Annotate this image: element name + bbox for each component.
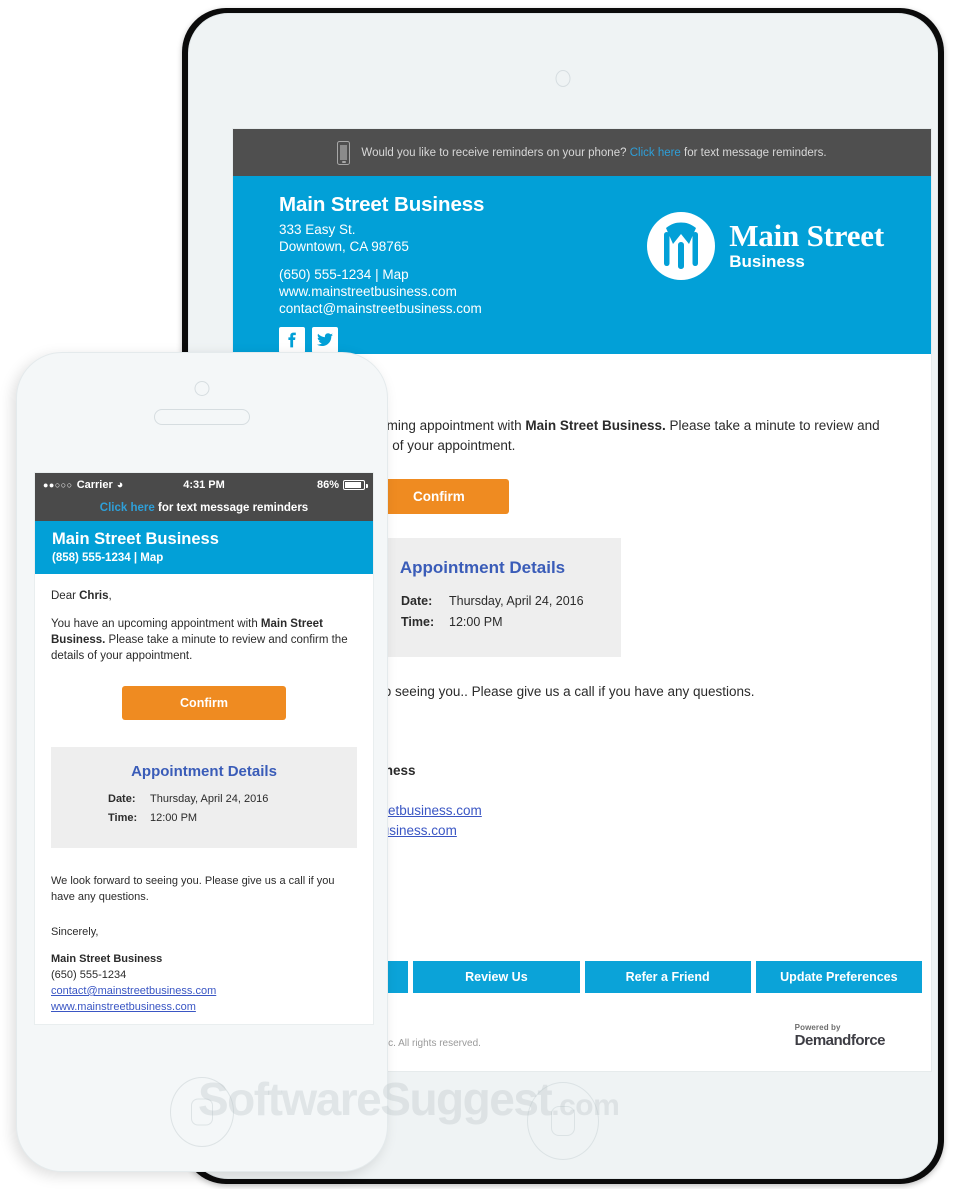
home-button-inner-icon bbox=[551, 1106, 575, 1136]
business-email[interactable]: contact@mainstreetbusiness.com bbox=[279, 300, 931, 317]
tablet-home-button[interactable] bbox=[527, 1082, 599, 1160]
logo-wordmark: Main Street Business bbox=[729, 220, 884, 272]
business-website[interactable]: www.mainstreetbusiness.com bbox=[279, 283, 931, 300]
phone-intro-paragraph: You have an upcoming appointment with Ma… bbox=[51, 616, 357, 664]
appointment-date-label: Date: bbox=[401, 594, 433, 608]
appointment-time-label: Time: bbox=[401, 615, 435, 629]
wifi-icon: ◕ bbox=[116, 478, 124, 491]
intro-business-name: Main Street Business. bbox=[525, 418, 666, 433]
phone-signature-email-link[interactable]: contact@mainstreetbusiness.com bbox=[51, 985, 216, 997]
phone-appointment-date-row: Date: Thursday, April 24, 2016 bbox=[51, 790, 357, 809]
phone-email-body: Dear Chris, You have an upcoming appoint… bbox=[35, 574, 373, 1015]
phone-appointment-date-label: Date: bbox=[108, 793, 136, 805]
social-links bbox=[279, 327, 931, 353]
demandforce-logo: Demandforce bbox=[794, 1032, 886, 1049]
facebook-icon[interactable] bbox=[279, 327, 305, 353]
phone-appointment-time-row: Time: 12:00 PM bbox=[51, 809, 357, 828]
phone-home-inner-icon bbox=[191, 1098, 213, 1126]
tablet-business-header: Main Street Business 333 Easy St. Downto… bbox=[233, 176, 931, 354]
brand-logo: Main Street Business bbox=[647, 212, 884, 280]
battery-icon bbox=[343, 479, 368, 490]
powered-by-label: Powered by bbox=[794, 1023, 841, 1032]
confirm-button[interactable]: Confirm bbox=[369, 479, 509, 514]
phone-signature-business-name: Main Street Business bbox=[51, 953, 163, 965]
sms-bar-text-after: for text message reminders. bbox=[684, 146, 827, 159]
phone-sms-text-after: for text message reminders bbox=[157, 502, 309, 514]
status-bar-left: ●●○○○ Carrier ◕ bbox=[43, 479, 183, 491]
logo-line-1: Main Street bbox=[729, 218, 884, 253]
phone-confirm-button[interactable]: Confirm bbox=[122, 686, 286, 720]
phone-appointment-time-label: Time: bbox=[108, 812, 138, 824]
phone-home-button[interactable] bbox=[170, 1077, 234, 1147]
phone-signature-phone: (650) 555-1234 bbox=[51, 969, 127, 981]
phone-greeting-pre: Dear bbox=[51, 590, 80, 602]
carrier-label: Carrier bbox=[76, 478, 113, 491]
sms-click-here-link[interactable]: Click here bbox=[630, 147, 681, 159]
twitter-icon[interactable] bbox=[312, 327, 338, 353]
logo-line-2: Business bbox=[729, 252, 805, 271]
tablet-camera-icon bbox=[555, 70, 571, 87]
phone-business-header: Main Street Business (858) 555-1234 | Ma… bbox=[35, 521, 373, 574]
screenshot-stage: Would you like to receive reminders on y… bbox=[0, 0, 960, 1189]
phone-closing-paragraph: We look forward to seeing you. Please gi… bbox=[51, 875, 335, 903]
status-bar-right: 86% bbox=[225, 478, 368, 491]
logo-mark-icon bbox=[647, 212, 716, 280]
phone-signature-website-link[interactable]: www.mainstreetbusiness.com bbox=[51, 1001, 196, 1013]
phone-signature-signoff: Sincerely, bbox=[51, 926, 99, 938]
phone-greeting-post: , bbox=[108, 590, 112, 602]
phone-appointment-date-value: Thursday, April 24, 2016 bbox=[150, 793, 269, 805]
powered-by-block: Powered by Demandforce bbox=[794, 1023, 886, 1049]
phone-click-here-link[interactable]: Click here bbox=[100, 502, 155, 514]
phone-greeting-name: Chris bbox=[79, 590, 109, 602]
phone-device: ●●○○○ Carrier ◕ 4:31 PM 86% Click here f… bbox=[16, 352, 388, 1172]
ios-status-bar: ●●○○○ Carrier ◕ 4:31 PM 86% bbox=[35, 473, 373, 496]
phone-camera-icon bbox=[194, 381, 210, 396]
phone-confirm-wrap: Confirm bbox=[51, 686, 357, 720]
status-bar-time: 4:31 PM bbox=[183, 478, 225, 491]
battery-percent: 86% bbox=[316, 478, 340, 491]
phone-appointment-details-card: Appointment Details Date: Thursday, Apri… bbox=[51, 747, 357, 848]
phone-speaker-icon bbox=[154, 409, 250, 425]
appointment-date-value: Thursday, April 24, 2016 bbox=[449, 594, 584, 608]
phone-signature: Sincerely, Main Street Business (650) 55… bbox=[51, 924, 357, 1015]
phone-greeting: Dear Chris, bbox=[51, 590, 357, 602]
signal-strength-icon: ●●○○○ bbox=[43, 479, 73, 490]
phone-screen: ●●○○○ Carrier ◕ 4:31 PM 86% Click here f… bbox=[34, 472, 374, 1025]
phone-phone-map[interactable]: (858) 555-1234 | Map bbox=[52, 552, 373, 564]
footer-link-review-us[interactable]: Review Us bbox=[413, 961, 580, 993]
phone-sms-reminder-bar: Click here for text message reminders bbox=[35, 496, 373, 521]
phone-business-name: Main Street Business bbox=[52, 530, 219, 548]
phone-appointment-details-title: Appointment Details bbox=[131, 763, 277, 780]
sms-bar-text-before: Would you like to receive reminders on y… bbox=[361, 146, 627, 159]
tablet-sms-reminder-bar: Would you like to receive reminders on y… bbox=[233, 129, 931, 176]
appointment-time-value: 12:00 PM bbox=[449, 615, 503, 629]
phone-appointment-time-value: 12:00 PM bbox=[150, 812, 198, 824]
sms-bar-text: Would you like to receive reminders on y… bbox=[361, 147, 826, 159]
mobile-phone-icon bbox=[337, 140, 351, 165]
footer-link-update-preferences[interactable]: Update Preferences bbox=[755, 961, 922, 993]
footer-link-refer-a-friend[interactable]: Refer a Friend bbox=[584, 961, 751, 993]
phone-intro-pre: You have an upcoming appointment with bbox=[51, 618, 261, 630]
